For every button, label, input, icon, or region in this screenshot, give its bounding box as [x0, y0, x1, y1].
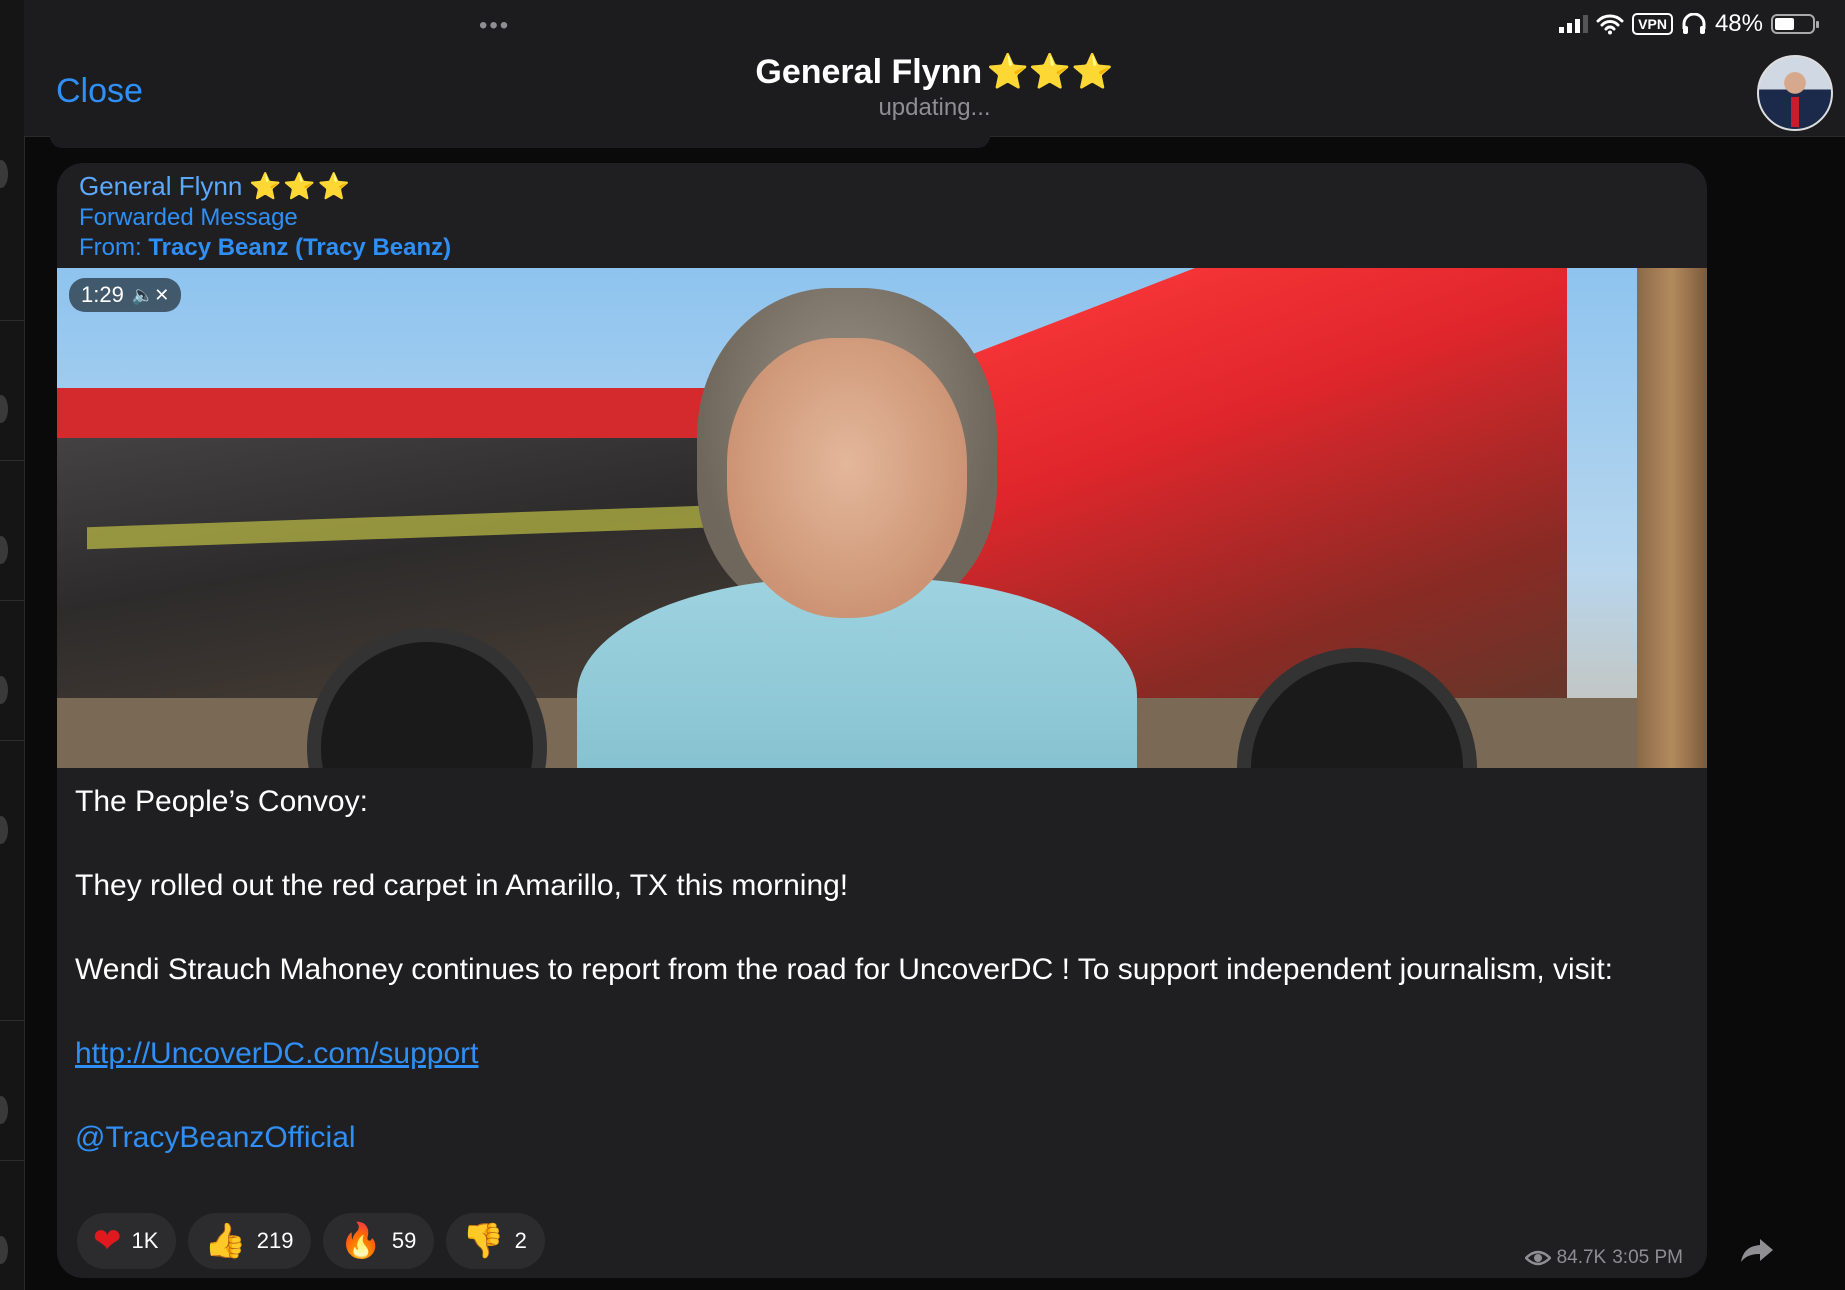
multitasking-dots[interactable]: •••	[479, 12, 510, 40]
sidebar-avatar[interactable]	[0, 1096, 8, 1124]
reaction-thumbs-down[interactable]: 👎 2	[446, 1213, 545, 1269]
chat-title: General Flynn	[755, 53, 983, 91]
battery-icon	[1771, 14, 1819, 34]
message-paragraph: Wendi Strauch Mahoney continues to repor…	[75, 953, 1614, 986]
sidebar-avatar[interactable]	[0, 536, 8, 564]
video-player[interactable]: 1:29 🔈✕	[57, 268, 1707, 768]
thumbs-down-icon: 👎	[462, 1221, 505, 1261]
channel-avatar[interactable]	[1757, 55, 1833, 131]
sidebar-avatar[interactable]	[0, 160, 8, 188]
share-arrow-icon[interactable]	[1740, 1237, 1774, 1263]
sidebar-avatar[interactable]	[0, 676, 8, 704]
muted-speaker-icon[interactable]: 🔈✕	[132, 285, 170, 306]
eye-icon	[1524, 1250, 1551, 1266]
battery-percent: 48%	[1714, 10, 1763, 37]
message-paragraph: They rolled out the red carpet in Amaril…	[75, 869, 849, 902]
video-duration-badge[interactable]: 1:29 🔈✕	[69, 278, 182, 312]
mention-link[interactable]: @TracyBeanzOfficial	[75, 1121, 356, 1154]
previous-message-edge	[50, 136, 990, 148]
message-paragraph: The People’s Convoy:	[75, 785, 368, 818]
message-time: 3:05 PM	[1612, 1247, 1683, 1268]
chat-status: updating...	[878, 94, 991, 121]
view-count: 84.7K	[1556, 1247, 1607, 1268]
avatar-tie	[1791, 97, 1799, 127]
chat-title-block[interactable]: General Flynn ⭐⭐⭐ updating...	[24, 52, 1845, 122]
reaction-fire[interactable]: 🔥 59	[323, 1213, 435, 1269]
reaction-count: 2	[514, 1228, 527, 1253]
thumbs-up-icon: 👍	[204, 1221, 247, 1261]
video-frame-face	[727, 338, 967, 618]
video-frame-pole	[1637, 268, 1707, 768]
message-bubble[interactable]: General Flynn ⭐⭐⭐ Forwarded Message From…	[57, 163, 1707, 1278]
heart-icon: ❤	[93, 1221, 122, 1261]
forwarded-from[interactable]: From: Tracy Beanz (Tracy Beanz)	[79, 233, 451, 263]
reaction-count: 219	[256, 1228, 294, 1253]
sidebar-divider	[0, 1160, 24, 1161]
sidebar-divider	[0, 1020, 24, 1021]
sender-name[interactable]: General Flynn	[79, 171, 242, 201]
sidebar-divider	[0, 320, 24, 321]
chat-list-sidebar	[0, 0, 25, 1290]
sidebar-divider	[0, 600, 24, 601]
reaction-thumbs-up[interactable]: 👍 219	[188, 1213, 312, 1269]
cellular-signal-icon	[1559, 15, 1589, 33]
fire-icon: 🔥	[339, 1221, 382, 1261]
from-prefix: From:	[79, 234, 149, 261]
status-bar: VPN 48%	[1559, 10, 1819, 38]
message-text: The People’s Convoy: They rolled out the…	[75, 781, 1685, 1201]
reaction-count: 1K	[131, 1228, 159, 1253]
from-name[interactable]: Tracy Beanz (Tracy Beanz)	[148, 234, 451, 261]
message-meta: 84.7K 3:05 PM	[1524, 1247, 1683, 1269]
stars-icon: ⭐⭐⭐	[248, 171, 353, 201]
sidebar-avatar[interactable]	[0, 395, 8, 423]
stars-icon: ⭐⭐⭐	[986, 53, 1114, 91]
vpn-indicator: VPN	[1632, 13, 1673, 35]
sidebar-avatar[interactable]	[0, 1236, 8, 1264]
headphones-icon	[1682, 13, 1706, 34]
sidebar-divider	[0, 740, 24, 741]
forward-header: General Flynn ⭐⭐⭐ Forwarded Message From…	[79, 171, 451, 263]
reaction-count: 59	[391, 1228, 417, 1253]
chat-title-row: General Flynn ⭐⭐⭐	[24, 52, 1845, 92]
support-link[interactable]: http://UncoverDC.com/support	[75, 1037, 479, 1070]
reactions-row: ❤ 1K 👍 219 🔥 59 👎 2	[77, 1213, 545, 1269]
reaction-heart[interactable]: ❤ 1K	[77, 1213, 177, 1269]
sidebar-avatar[interactable]	[0, 816, 8, 844]
sidebar-divider	[0, 460, 24, 461]
wifi-icon	[1596, 14, 1624, 35]
forwarded-label: Forwarded Message	[79, 204, 298, 231]
video-duration: 1:29	[81, 282, 124, 307]
